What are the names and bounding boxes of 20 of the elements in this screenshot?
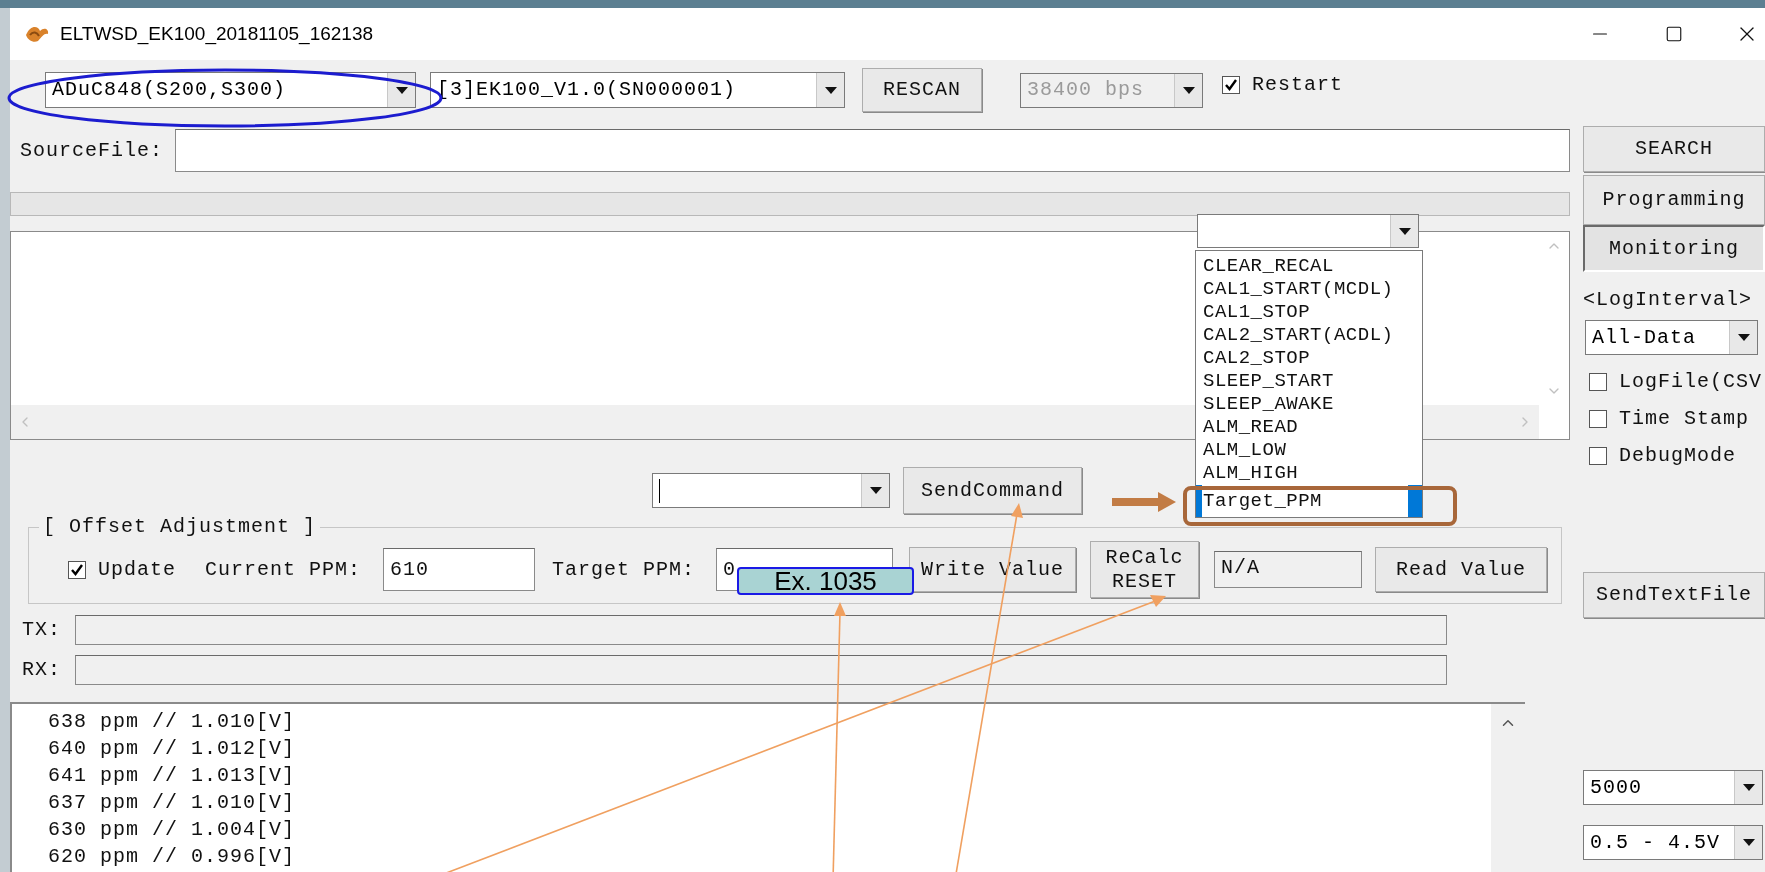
log-line: 641 ppm // 1.013[V] [48, 762, 297, 789]
checkbox-label: Update [98, 559, 176, 580]
checkbox-label: LogFile(CSV [1619, 371, 1763, 392]
log-line: 637 ppm // 1.010[V] [48, 789, 297, 816]
current-ppm-label: Current PPM: [205, 559, 362, 580]
tx-label: TX: [21, 620, 62, 640]
source-file-label: SourceFile: [19, 140, 165, 161]
group-title: [ Offset Adjustment ] [39, 517, 321, 537]
log-line: 640 ppm // 1.012[V] [48, 735, 297, 762]
rx-label: RX: [21, 660, 62, 680]
checkbox-label: Time Stamp [1619, 408, 1750, 429]
log-line: 638 ppm // 1.010[V] [48, 708, 297, 735]
window-title: ELTWSD_EK100_20181105_162138 [60, 21, 374, 47]
checkbox-label: DebugMode [1619, 445, 1737, 466]
checkbox-label: Restart [1252, 75, 1343, 95]
log-interval-label: <LogInterval> [1583, 290, 1754, 310]
log-line: 630 ppm // 1.004[V] [48, 816, 297, 843]
log-line: 620 ppm // 0.996[V] [48, 843, 297, 870]
target-ppm-label: Target PPM: [552, 559, 696, 580]
example-tooltip: Ex. 1035 [737, 567, 914, 595]
